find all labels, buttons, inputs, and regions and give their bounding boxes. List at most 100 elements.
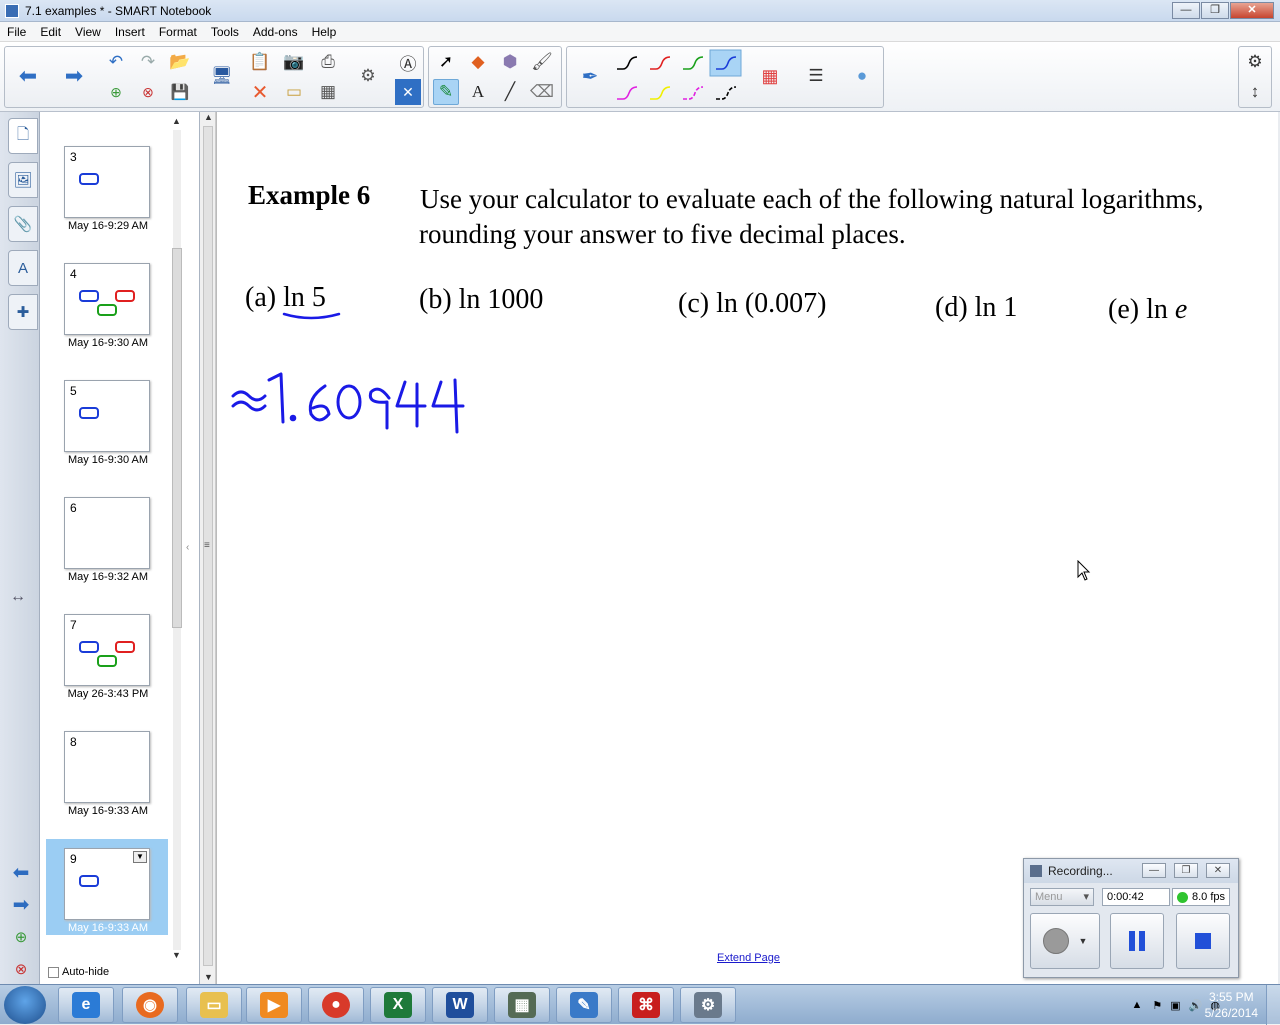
line-style-icon[interactable]: ☰ (803, 63, 829, 89)
open-file-icon[interactable]: 📂 (167, 49, 193, 75)
smart-notebook-icon[interactable]: ✎ (556, 987, 612, 1023)
pen-swatch[interactable] (617, 56, 638, 70)
attachments-tab[interactable]: 📎 (8, 206, 38, 242)
move-toolbar-icon[interactable]: ↕ (1242, 79, 1268, 105)
collapse-panel-icon[interactable]: ‹ (186, 542, 189, 553)
table-icon[interactable]: ▦ (315, 79, 341, 105)
extend-page-link[interactable]: Extend Page (717, 952, 780, 964)
volume-icon[interactable]: 🔊 (1189, 999, 1203, 1012)
pen-swatch[interactable] (617, 86, 638, 100)
menu-edit[interactable]: Edit (33, 25, 68, 39)
ink-answer[interactable] (229, 362, 469, 442)
stop-button[interactable] (1176, 913, 1230, 969)
text-icon[interactable]: A (465, 79, 491, 105)
resize-panel-icon[interactable]: ↔ (10, 588, 26, 606)
record-button[interactable]: ▼ (1030, 913, 1100, 969)
properties-tab[interactable]: A (8, 250, 38, 286)
taskbar-clock[interactable]: 3:55 PM 5/26/2014 (1205, 989, 1258, 1021)
menu-tools[interactable]: Tools (204, 25, 246, 39)
menu-addons[interactable]: Add-ons (246, 25, 305, 39)
full-screen-icon[interactable]: ✕ (395, 79, 421, 105)
excel-icon[interactable]: X (370, 987, 426, 1023)
minimize-button[interactable]: — (1172, 2, 1200, 19)
fill-effects-icon[interactable]: ● (849, 63, 875, 89)
select-icon[interactable]: ➚ (433, 49, 459, 75)
pens-icon[interactable]: ✎ (433, 79, 459, 105)
page-menu-dropdown-icon[interactable]: ▼ (133, 851, 147, 863)
page-thumbnail[interactable]: 7 (64, 614, 150, 686)
recorder-app-icon[interactable]: ⚙ (680, 987, 736, 1023)
spell-check-icon[interactable]: Ⓐ (395, 49, 421, 75)
page-sorter-tab[interactable]: 🗋 (8, 118, 38, 154)
screen-display-icon[interactable]: ▭ (281, 79, 307, 105)
pen-color-palette[interactable] (611, 49, 751, 107)
page-thumbnail[interactable]: 3 (64, 146, 150, 218)
fill-icon[interactable]: 🖌 (529, 49, 555, 75)
chrome-icon[interactable]: ● (308, 987, 364, 1023)
page-thumbnail[interactable]: 5 (64, 380, 150, 452)
media-player-icon[interactable]: ▶ (246, 987, 302, 1023)
settings-icon[interactable]: ⚙ (1242, 49, 1268, 75)
record-dropdown-icon[interactable]: ▼ (1079, 936, 1088, 946)
page-thumbnail[interactable]: 8 (64, 731, 150, 803)
gallery-tab[interactable]: 🖼 (8, 162, 38, 198)
menu-view[interactable]: View (68, 25, 108, 39)
eraser-tool-icon[interactable]: ⬢ (497, 49, 523, 75)
pen-swatch[interactable] (650, 86, 671, 100)
autohide-checkbox[interactable]: Auto-hide (48, 966, 109, 978)
redo-icon[interactable]: ↷ (135, 49, 161, 75)
word-icon[interactable]: W (432, 987, 488, 1023)
undo-icon[interactable]: ↶ (103, 49, 129, 75)
canvas-scrollbar[interactable]: ▲ ▼ ≡ (200, 112, 216, 984)
delete-page-nav-icon[interactable]: ⊗ (8, 960, 34, 982)
canvas-scroll-down-icon[interactable]: ▼ (204, 972, 213, 982)
screen-shade-icon[interactable]: 🖥 (209, 63, 235, 89)
restore-button[interactable]: ❐ (1201, 2, 1229, 19)
pause-button[interactable] (1110, 913, 1164, 969)
splitter-grip-icon[interactable]: ≡ (204, 540, 210, 551)
eraser-icon[interactable]: ⌫ (529, 79, 555, 105)
internet-explorer-icon[interactable]: e (58, 987, 114, 1023)
menu-help[interactable]: Help (305, 25, 344, 39)
close-button[interactable]: ✕ (1230, 2, 1274, 19)
color-picker-icon[interactable]: ▦ (757, 63, 783, 89)
calculator-app-icon[interactable]: ▦ (494, 987, 550, 1023)
network-icon[interactable]: ▣ (1170, 999, 1180, 1012)
recorder-minimize-button[interactable]: — (1142, 863, 1166, 878)
tray-expand-icon[interactable]: ▲ (1132, 999, 1143, 1011)
line-icon[interactable]: ╱ (497, 79, 523, 105)
autohide-box[interactable] (48, 966, 59, 978)
delete-page-icon[interactable]: ⊗ (135, 79, 161, 105)
add-page-icon[interactable]: ⊕ (103, 79, 129, 105)
shapes-icon[interactable]: ◆ (465, 49, 491, 75)
recorder-restore-button[interactable]: ❐ (1174, 863, 1198, 878)
forward-icon[interactable]: ➡ (61, 63, 87, 89)
sorter-scrollbar[interactable]: ▲ ▼ (171, 116, 183, 960)
page-thumbnail[interactable]: 6 (64, 497, 150, 569)
show-desktop-button[interactable] (1266, 985, 1280, 1025)
screen-capture-icon[interactable]: 📷 (281, 49, 307, 75)
document-camera-icon[interactable]: ⎙ (315, 49, 341, 75)
page-thumbnail[interactable]: 4 (64, 263, 150, 335)
menu-file[interactable]: File (0, 25, 33, 39)
canvas-scroll-up-icon[interactable]: ▲ (204, 112, 213, 122)
pen-swatch[interactable] (683, 56, 704, 70)
file-explorer-icon[interactable]: ▭ (186, 987, 242, 1023)
ink-underline[interactable] (281, 308, 343, 324)
menu-format[interactable]: Format (152, 25, 204, 39)
scroll-up-icon[interactable]: ▲ (172, 116, 181, 126)
scroll-down-icon[interactable]: ▼ (172, 950, 181, 960)
acrobat-icon[interactable]: ⌘ (618, 987, 674, 1023)
pen-swatch[interactable] (683, 86, 704, 100)
pen-swatch[interactable] (650, 56, 671, 70)
firefox-icon[interactable]: ◉ (122, 987, 178, 1023)
action-center-icon[interactable]: ⚑ (1152, 999, 1162, 1012)
page-thumbnail[interactable]: 9 ▼ (64, 848, 150, 920)
recorder-tool-icon[interactable]: ⚙ (355, 63, 381, 89)
paste-icon[interactable]: 📋 (247, 49, 273, 75)
delete-icon[interactable]: ✕ (247, 79, 273, 105)
next-page-icon[interactable]: ➡ (8, 892, 34, 916)
menu-insert[interactable]: Insert (108, 25, 152, 39)
pen-swatch[interactable] (716, 86, 737, 100)
save-icon[interactable]: 💾 (167, 79, 193, 105)
